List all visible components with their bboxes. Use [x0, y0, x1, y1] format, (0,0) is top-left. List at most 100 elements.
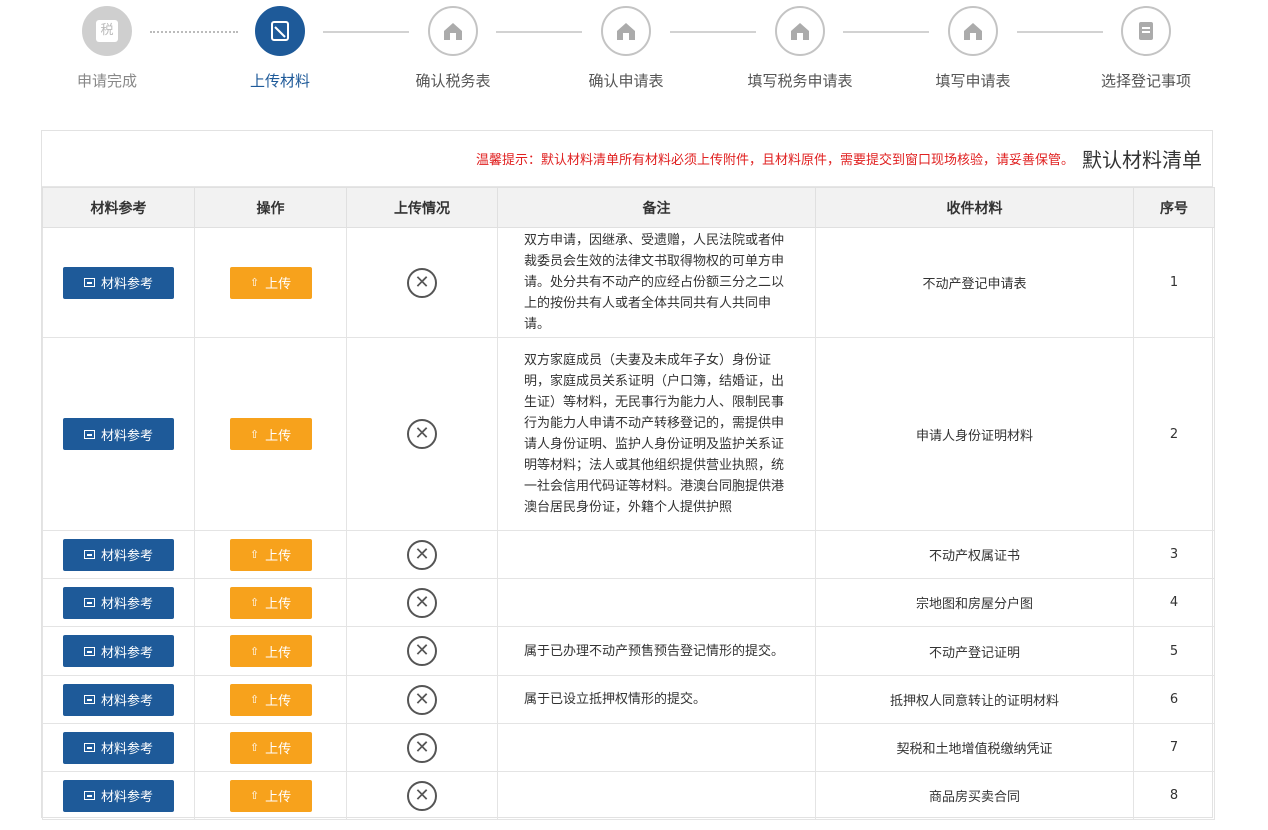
- row-number: 5: [1133, 626, 1215, 676]
- upload-icon: ⇧: [249, 644, 260, 658]
- table-header-row: 材料参考 操作 上传情况 备注 收件材料 序号: [42, 187, 1215, 228]
- material-reference-button[interactable]: 材料参考: [63, 731, 174, 764]
- step-upload-materials: 上传材料: [200, 6, 360, 91]
- image-icon: [83, 743, 95, 752]
- not-uploaded-icon: ✕: [407, 732, 437, 763]
- button-label: 材料参考: [100, 597, 153, 612]
- image-icon: [83, 598, 95, 607]
- col-header-no: 序号: [1133, 187, 1215, 228]
- button-label: 上传: [265, 277, 292, 292]
- button-label: 材料参考: [100, 790, 153, 805]
- button-label: 上传: [265, 694, 292, 709]
- row-number: 2: [1133, 337, 1215, 531]
- house-icon: [948, 6, 998, 56]
- not-uploaded-icon: ✕: [407, 780, 437, 811]
- upload-button[interactable]: ⇧ 上传: [229, 418, 312, 450]
- upload-button[interactable]: ⇧ 上传: [229, 538, 312, 571]
- table-row: 材料参考 ⇧ 上传 ✕ 属于已办理不动产预售预告登记情形的提交。 不动产登记证明 …: [42, 626, 1215, 676]
- upload-icon: ⇧: [249, 548, 260, 561]
- note-cell: [497, 578, 816, 627]
- upload-button[interactable]: ⇧ 上传: [229, 683, 312, 716]
- material-reference-button[interactable]: 材料参考: [63, 779, 174, 812]
- button-label: 上传: [265, 597, 292, 612]
- upload-button[interactable]: ⇧ 上传: [229, 779, 312, 812]
- note-cell: 双方家庭成员（夫妻及未成年子女）身份证明，家庭成员关系证明（户口簿，结婚证，出生…: [497, 337, 816, 531]
- upload-icon: ⇧: [249, 741, 260, 754]
- upload-button[interactable]: ⇧ 上传: [229, 586, 312, 619]
- button-label: 材料参考: [100, 549, 153, 564]
- upload-button[interactable]: ⇧ 上传: [229, 266, 312, 299]
- col-header-action: 操作: [194, 187, 347, 228]
- not-uploaded-icon: ✕: [407, 587, 437, 618]
- material-reference-button[interactable]: 材料参考: [63, 635, 174, 667]
- row-number: 3: [1133, 530, 1215, 579]
- step-label: 申请完成: [76, 72, 137, 90]
- panel-header: 温馨提示：默认材料清单所有材料必须上传附件，且材料原件，需要提交到窗口现场核验，…: [42, 131, 1212, 187]
- list-icon: [1121, 6, 1171, 56]
- col-header-note: 备注: [497, 187, 816, 228]
- material-cell: 契税和土地增值税缴纳凭证: [815, 723, 1134, 772]
- button-label: 材料参考: [100, 428, 153, 444]
- step-fill-application: 填写申请表: [893, 6, 1053, 91]
- step-confirm-application: 确认申请表: [546, 6, 706, 91]
- material-cell: 不动产权属证书: [815, 530, 1134, 579]
- material-cell: 申请人身份证明材料: [815, 337, 1134, 531]
- upload-icon: ⇧: [249, 427, 260, 441]
- house-icon: [601, 6, 651, 56]
- col-header-status: 上传情况: [346, 187, 498, 228]
- step-select-item: 选择登记事项: [1066, 6, 1226, 91]
- material-reference-button[interactable]: 材料参考: [63, 683, 174, 716]
- material-reference-button[interactable]: 材料参考: [63, 266, 174, 299]
- step-label: 选择登记事项: [1100, 72, 1191, 90]
- tax-stamp-text: 税: [96, 20, 118, 42]
- upload-icon: ⇧: [249, 789, 260, 802]
- warning-tip: 温馨提示：默认材料清单所有材料必须上传附件，且材料原件，需要提交到窗口现场核验，…: [475, 153, 1074, 168]
- button-label: 材料参考: [100, 645, 153, 661]
- table-row: 材料参考 ⇧ 上传 ✕ 双方家庭成员（夫妻及未成年子女）身份证明，家庭成员关系证明…: [42, 337, 1215, 531]
- row-number: 4: [1133, 578, 1215, 627]
- not-uploaded-icon: ✕: [407, 636, 437, 666]
- image-icon: [83, 646, 95, 656]
- upload-icon: ⇧: [249, 276, 260, 289]
- step-label: 确认申请表: [588, 72, 664, 90]
- col-header-material: 收件材料: [815, 187, 1134, 228]
- button-label: 材料参考: [100, 694, 153, 709]
- button-label: 上传: [265, 428, 292, 444]
- image-icon: [83, 429, 95, 439]
- note-cell: [497, 723, 816, 772]
- material-reference-button[interactable]: 材料参考: [63, 586, 174, 619]
- material-cell: 抵押权人同意转让的证明材料: [815, 675, 1134, 724]
- button-label: 上传: [265, 742, 292, 757]
- not-uploaded-icon: ✕: [407, 684, 437, 715]
- step-complete: 税 申请完成: [27, 6, 187, 91]
- document-check-icon: [255, 6, 305, 56]
- image-icon: [83, 791, 95, 800]
- upload-button[interactable]: ⇧ 上传: [229, 731, 312, 764]
- note-cell: [497, 771, 816, 820]
- step-fill-tax-form: 填写税务申请表: [720, 6, 880, 91]
- step-label: 填写税务申请表: [747, 72, 853, 90]
- tax-stamp-icon: 税: [82, 6, 132, 56]
- step-confirm-tax-form: 确认税务表: [373, 6, 533, 91]
- progress-steps: 税 申请完成 上传材料 确认税务表 确认申请表 填写税务申请表 填写申请表 选择…: [0, 0, 1268, 110]
- table-row: 材料参考 ⇧ 上传 ✕ 商品房买卖合同 8: [42, 771, 1215, 820]
- upload-button[interactable]: ⇧ 上传: [229, 635, 312, 667]
- house-icon: [428, 6, 478, 56]
- not-uploaded-icon: ✕: [407, 267, 437, 298]
- image-icon: [83, 550, 95, 559]
- material-cell: 不动产登记申请表: [815, 227, 1134, 338]
- note-cell: 属于已设立抵押权情形的提交。: [497, 675, 816, 724]
- table-row: 材料参考 ⇧ 上传 ✕ 契税和土地增值税缴纳凭证 7: [42, 723, 1215, 772]
- material-reference-button[interactable]: 材料参考: [63, 538, 174, 571]
- note-cell: 属于已办理不动产预售预告登记情形的提交。: [497, 626, 816, 676]
- material-cell: 不动产登记证明: [815, 626, 1134, 676]
- col-header-ref: 材料参考: [42, 187, 195, 228]
- materials-panel: 温馨提示：默认材料清单所有材料必须上传附件，且材料原件，需要提交到窗口现场核验，…: [41, 130, 1215, 820]
- upload-icon: ⇧: [249, 693, 260, 706]
- material-reference-button[interactable]: 材料参考: [63, 418, 174, 450]
- button-label: 材料参考: [100, 277, 153, 292]
- button-label: 材料参考: [100, 742, 153, 757]
- row-number: 8: [1133, 771, 1215, 820]
- step-label: 上传材料: [249, 72, 310, 90]
- table-row: 材料参考 ⇧ 上传 ✕ 宗地图和房屋分户图 4: [42, 578, 1215, 627]
